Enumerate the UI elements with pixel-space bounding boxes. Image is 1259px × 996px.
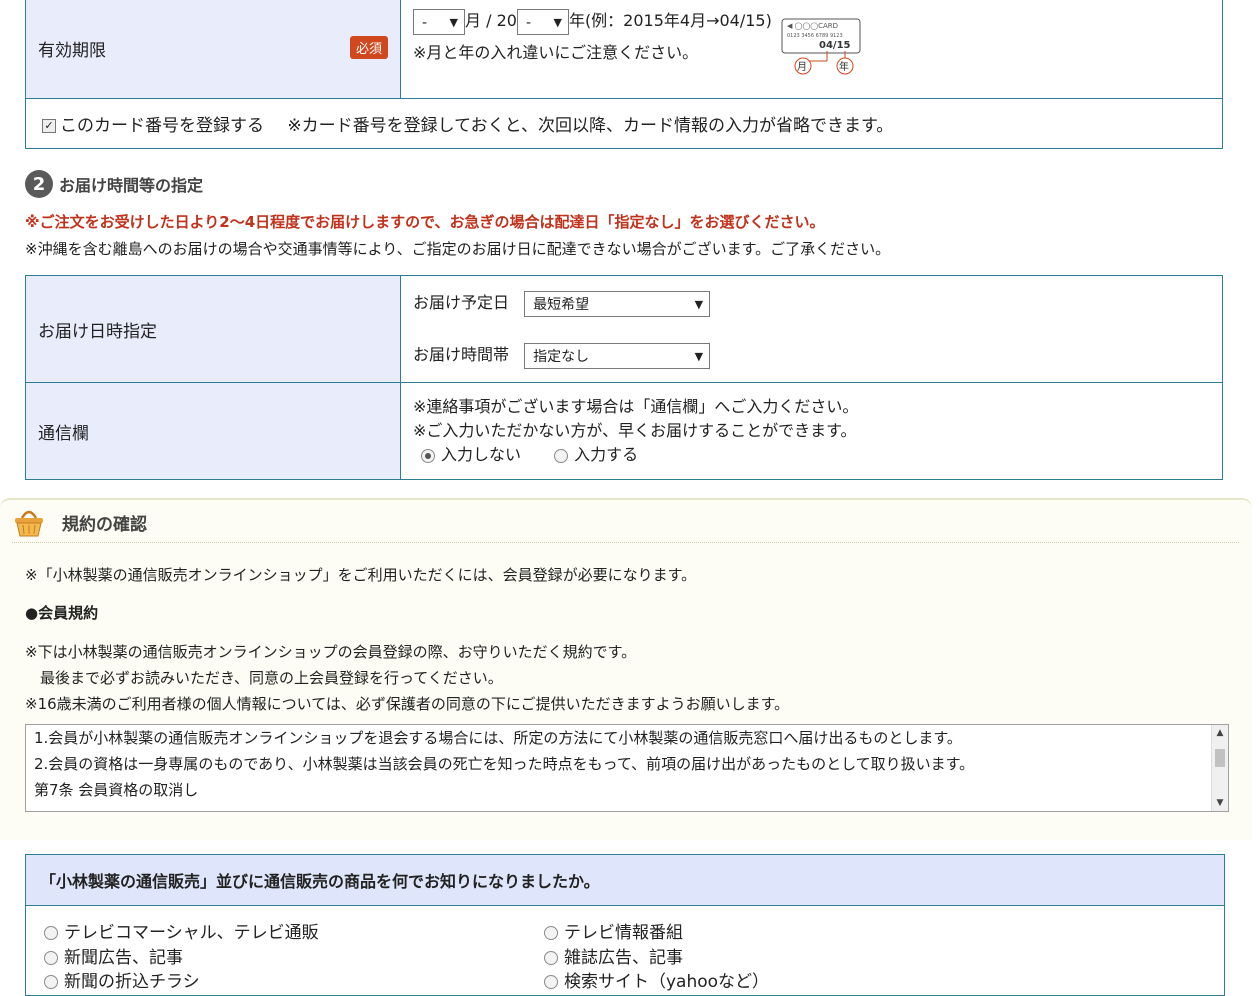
terms-scrollbar[interactable]: ▲ ▼ — [1211, 725, 1228, 811]
survey-question: 「小林製薬の通信販売」並びに通信販売の商品を何でお知りになりましたか。 — [26, 855, 1224, 906]
expiry-label-cell: 有効期限 必須 — [25, 0, 401, 99]
card-number-text: 0123 3456 6789 9123 — [787, 33, 843, 39]
terms-text-box[interactable]: 1.会員が小林製薬の通信販売オンラインショップを退会する場合には、所定の方法にて… — [25, 724, 1229, 812]
card-expiry-table: 有効期限 必須 - ▼ 月 / 20 - ▼ 年(例：2015年4月→04/15… — [25, 0, 1223, 149]
expiry-year-select[interactable]: - ▼ — [516, 8, 569, 35]
message-option-no-label: 入力しない — [441, 445, 522, 464]
survey-option-label: 新聞の折込チラシ — [64, 972, 200, 992]
scroll-thumb[interactable] — [1215, 749, 1225, 767]
required-badge: 必須 — [349, 36, 388, 59]
delivery-time-value: 指定なし — [533, 348, 590, 365]
survey-option-label: 新聞広告、記事 — [64, 948, 183, 968]
register-card-checkbox[interactable]: ✓ — [42, 119, 56, 133]
survey-option[interactable]: テレビコマーシャル、テレビ通販 — [44, 918, 319, 943]
message-radio-yes[interactable] — [554, 448, 569, 463]
message-cell: ※連絡事項がございます場合は「通信欄」へご入力ください。 ※ご入力いただかない方… — [400, 382, 1223, 480]
message-options: 入力しない 入力する — [413, 443, 1210, 467]
survey-option[interactable]: 新聞の折込チラシ — [44, 967, 200, 992]
delivery-datetime-label: お届け日時指定 — [25, 275, 401, 383]
terms-divider — [12, 542, 1239, 543]
survey-option-label: 検索サイト（yahooなど） — [564, 972, 770, 992]
card-brand-text: ◀ ◯◯◯CARD — [787, 22, 838, 30]
survey-option[interactable]: 雑誌広告、記事 — [544, 943, 683, 968]
expiry-year-suffix: 年(例：2015年4月→04/15) — [568, 11, 772, 30]
delivery-notice: ※沖縄を含む離島へのお届けの場合や交通事情等により、ご指定のお届け日に配達できな… — [25, 240, 891, 258]
register-card-note: ※カード番号を登録しておくと、次回以降、カード情報の入力が省略できます。 — [287, 116, 894, 136]
survey-option[interactable]: テレビ情報番組 — [544, 918, 683, 943]
scroll-down-icon[interactable]: ▼ — [1212, 795, 1228, 811]
survey-option-label: 雑誌広告、記事 — [564, 948, 683, 968]
expiry-year-value: - — [525, 14, 531, 31]
survey-radio[interactable] — [44, 951, 58, 965]
register-card-label: このカード番号を登録する — [60, 116, 264, 136]
survey-option[interactable]: 新聞広告、記事 — [44, 943, 183, 968]
survey-option-label: テレビコマーシャル、テレビ通販 — [64, 923, 319, 943]
member-terms-heading: ●会員規約 — [25, 604, 99, 622]
expiry-month-select[interactable]: - ▼ — [413, 8, 465, 35]
terms-intro: ※「小林製薬の通信販売オンラインショップ」をご利用いただくには、会員登録が必要に… — [25, 566, 697, 584]
dropdown-arrow-icon: ▼ — [694, 297, 704, 311]
register-card-cell: ✓ このカード番号を登録する ※カード番号を登録しておくと、次回以降、カード情報の… — [25, 98, 1223, 149]
terms-note-3: ※16歳未満のご利用者様の個人情報については、必ず保護者の同意の下にご提供いただ… — [25, 695, 790, 713]
message-option-yes-label: 入力する — [574, 445, 639, 464]
terms-text-line: 1.会員が小林製薬の通信販売オンラインショップを退会する場合には、所定の方法にて… — [34, 729, 962, 747]
message-note-1: ※連絡事項がございます場合は「通信欄」へご入力ください。 — [413, 397, 859, 416]
delivery-warning: ※ご注文をお受けした日より2〜4日程度でお届けしますので、お急ぎの場合は配達日「… — [25, 213, 825, 231]
survey-radio[interactable] — [544, 975, 558, 989]
checkout-page: 有効期限 必須 - ▼ 月 / 20 - ▼ 年(例：2015年4月→04/15… — [0, 0, 1259, 996]
dropdown-arrow-icon: ▼ — [553, 15, 562, 29]
delivery-date-select[interactable]: 最短希望 ▼ — [524, 290, 711, 317]
card-expiry-illustration: ◀ ◯◯◯CARD 0123 3456 6789 9123 04/15 月 年 — [781, 18, 861, 75]
delivery-date-label: お届け予定日 — [413, 293, 510, 312]
terms-text-line: 2.会員の資格は一身専属のものであり、小林製薬は当該会員の死亡を知った時点をもっ… — [34, 755, 975, 773]
terms-text-line: 第7条 会員資格の取消し — [34, 781, 199, 799]
delivery-time-row: お届け時間帯 指定なし ▼ — [413, 342, 1210, 369]
delivery-table: お届け日時指定 お届け予定日 最短希望 ▼ お届け時間帯 指定なし ▼ 通信欄 … — [25, 275, 1223, 480]
shopping-basket-icon — [15, 510, 43, 537]
survey-radio[interactable] — [544, 951, 558, 965]
card-expiry-text: 04/15 — [819, 40, 851, 51]
message-label: 通信欄 — [25, 382, 401, 480]
dropdown-arrow-icon: ▼ — [694, 349, 704, 363]
card-year-tag: 年 — [839, 60, 849, 73]
terms-note-2: 最後まで必ずお読みいただき、同意の上会員登録を行ってください。 — [25, 669, 503, 687]
delivery-date-row: お届け予定日 最短希望 ▼ — [413, 290, 1210, 317]
survey-radio[interactable] — [544, 926, 558, 940]
delivery-date-value: 最短希望 — [533, 296, 590, 313]
survey-option-label: テレビ情報番組 — [564, 923, 683, 943]
survey-option[interactable]: 検索サイト（yahooなど） — [544, 967, 769, 992]
terms-heading: 規約の確認 — [12, 504, 147, 540]
delivery-section-heading: 2 お届け時間等の指定 — [25, 170, 203, 198]
expiry-month-suffix: 月 / 20 — [465, 11, 517, 30]
scroll-up-icon[interactable]: ▲ — [1212, 725, 1228, 741]
message-radio-no[interactable] — [421, 448, 435, 463]
delivery-datetime-cell: お届け予定日 最短希望 ▼ お届け時間帯 指定なし ▼ — [400, 275, 1223, 383]
expiry-input-cell: - ▼ 月 / 20 - ▼ 年(例：2015年4月→04/15) ※月と年の入… — [400, 0, 1223, 99]
survey-radio[interactable] — [44, 975, 58, 989]
expiry-label: 有効期限 — [38, 41, 106, 61]
message-note-2: ※ご入力いただかない方が、早くお届けすることができます。 — [413, 421, 857, 440]
terms-title: 規約の確認 — [62, 514, 147, 535]
survey-radio[interactable] — [44, 926, 58, 940]
delivery-time-label: お届け時間帯 — [413, 345, 510, 364]
expiry-month-value: - — [422, 14, 428, 31]
step-number-icon: 2 — [25, 170, 53, 198]
delivery-section-title: お届け時間等の指定 — [59, 176, 204, 195]
dropdown-arrow-icon: ▼ — [449, 15, 458, 29]
delivery-time-select[interactable]: 指定なし ▼ — [524, 342, 711, 369]
card-month-tag: 月 — [797, 61, 807, 73]
terms-note-1: ※下は小林製薬の通信販売オンラインショップの会員登録の際、お守りいただく規約です… — [25, 643, 637, 661]
